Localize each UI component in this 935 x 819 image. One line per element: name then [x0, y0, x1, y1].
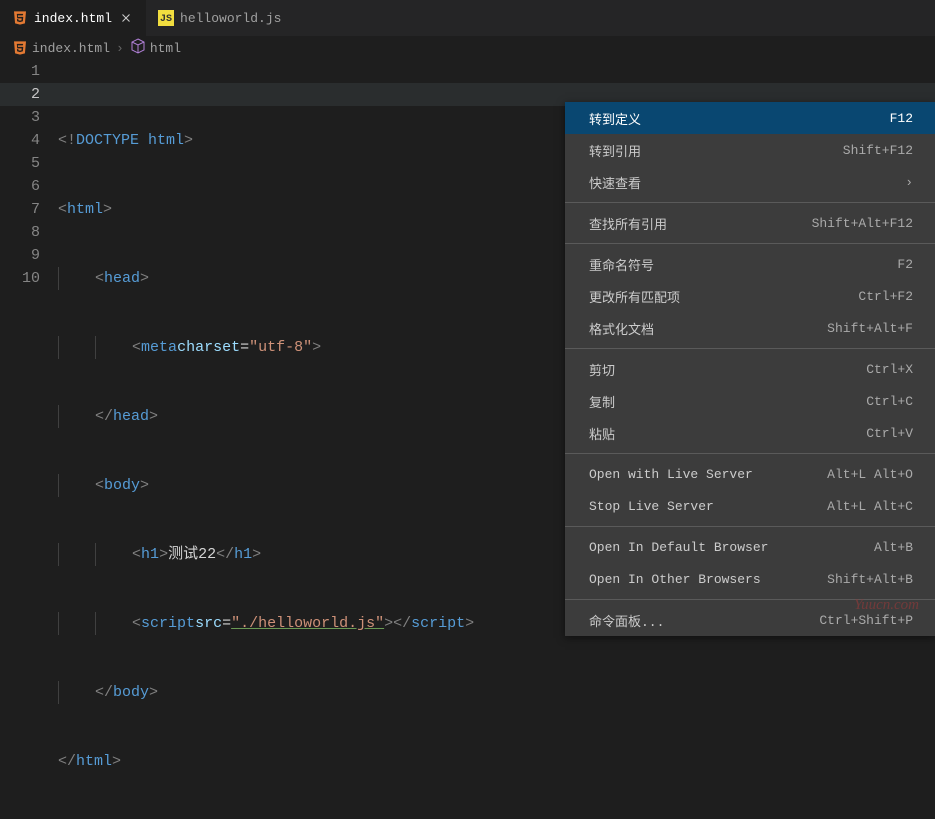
menu-item-label: 更改所有匹配项 — [589, 287, 680, 306]
menu-shortcut: Shift+Alt+B — [827, 572, 913, 587]
menu-item[interactable]: Open In Other Browsers Shift+Alt+B — [565, 563, 935, 595]
chevron-right-icon: › — [116, 41, 124, 56]
tab-helloworld-js[interactable]: JS helloworld.js — [146, 0, 293, 36]
tab-index-html[interactable]: index.html — [0, 0, 146, 36]
js-icon: JS — [158, 10, 174, 26]
menu-item[interactable]: 快速查看 › — [565, 166, 935, 198]
menu-item-label: 快速查看 — [589, 173, 641, 192]
chevron-right-icon: › — [905, 175, 913, 190]
breadcrumb-label: index.html — [32, 41, 110, 56]
menu-item[interactable]: 更改所有匹配项 Ctrl+F2 — [565, 280, 935, 312]
menu-shortcut: Alt+B — [874, 540, 913, 555]
line-gutter: 12345678910 — [0, 60, 58, 819]
menu-item-label: Open with Live Server — [589, 467, 753, 482]
html5-icon — [12, 10, 28, 26]
menu-item-label: 命令面板... — [589, 611, 664, 630]
menu-item-label: 粘贴 — [589, 424, 615, 443]
tab-bar: index.html JS helloworld.js — [0, 0, 935, 36]
menu-item[interactable]: 复制 Ctrl+C — [565, 385, 935, 417]
menu-item[interactable]: 查找所有引用 Shift+Alt+F12 — [565, 207, 935, 239]
menu-item-label: Open In Default Browser — [589, 540, 768, 555]
menu-item[interactable]: 剪切 Ctrl+X — [565, 353, 935, 385]
menu-shortcut: F2 — [897, 257, 913, 272]
menu-shortcut: Shift+Alt+F12 — [812, 216, 913, 231]
close-icon[interactable] — [118, 10, 134, 26]
breadcrumb-file[interactable]: index.html — [12, 40, 110, 56]
menu-shortcut: Ctrl+V — [866, 426, 913, 441]
menu-item[interactable]: Open In Default Browser Alt+B — [565, 531, 935, 563]
menu-shortcut: Alt+L Alt+O — [827, 467, 913, 482]
menu-shortcut: Alt+L Alt+C — [827, 499, 913, 514]
tab-label: helloworld.js — [180, 11, 281, 26]
menu-item[interactable]: 粘贴 Ctrl+V — [565, 417, 935, 449]
menu-item[interactable]: 格式化文档 Shift+Alt+F — [565, 312, 935, 344]
menu-shortcut: Ctrl+Shift+P — [819, 613, 913, 628]
menu-item-label: 复制 — [589, 392, 615, 411]
menu-item-label: 剪切 — [589, 360, 615, 379]
menu-item-label: 格式化文档 — [589, 319, 654, 338]
menu-shortcut: Ctrl+C — [866, 394, 913, 409]
watermark: Yuucn.com — [854, 597, 919, 614]
html5-icon — [12, 40, 28, 56]
menu-shortcut: F12 — [890, 111, 913, 126]
menu-item[interactable]: 转到定义 F12 — [565, 102, 935, 134]
tab-label: index.html — [34, 11, 112, 26]
menu-separator — [565, 348, 935, 349]
menu-item-label: 转到引用 — [589, 141, 641, 160]
menu-separator — [565, 526, 935, 527]
breadcrumb-label: html — [150, 41, 181, 56]
breadcrumb: index.html › html — [0, 36, 935, 60]
menu-shortcut: Ctrl+F2 — [858, 289, 913, 304]
breadcrumb-symbol[interactable]: html — [130, 38, 181, 58]
cube-icon — [130, 38, 146, 58]
menu-item[interactable]: Stop Live Server Alt+L Alt+C — [565, 490, 935, 522]
menu-shortcut: Shift+Alt+F — [827, 321, 913, 336]
menu-item[interactable]: Open with Live Server Alt+L Alt+O — [565, 458, 935, 490]
menu-separator — [565, 243, 935, 244]
context-menu: 转到定义 F12 转到引用 Shift+F12 快速查看 › 查找所有引用 Shift+Alt… — [565, 102, 935, 636]
menu-item-label: 重命名符号 — [589, 255, 654, 274]
menu-item[interactable]: 转到引用 Shift+F12 — [565, 134, 935, 166]
menu-shortcut: Shift+F12 — [843, 143, 913, 158]
menu-item-label: Stop Live Server — [589, 499, 714, 514]
menu-separator — [565, 202, 935, 203]
menu-shortcut: Ctrl+X — [866, 362, 913, 377]
menu-item-label: Open In Other Browsers — [589, 572, 761, 587]
menu-item-label: 查找所有引用 — [589, 214, 667, 233]
menu-separator — [565, 453, 935, 454]
menu-item-label: 转到定义 — [589, 109, 641, 128]
menu-item[interactable]: 重命名符号 F2 — [565, 248, 935, 280]
